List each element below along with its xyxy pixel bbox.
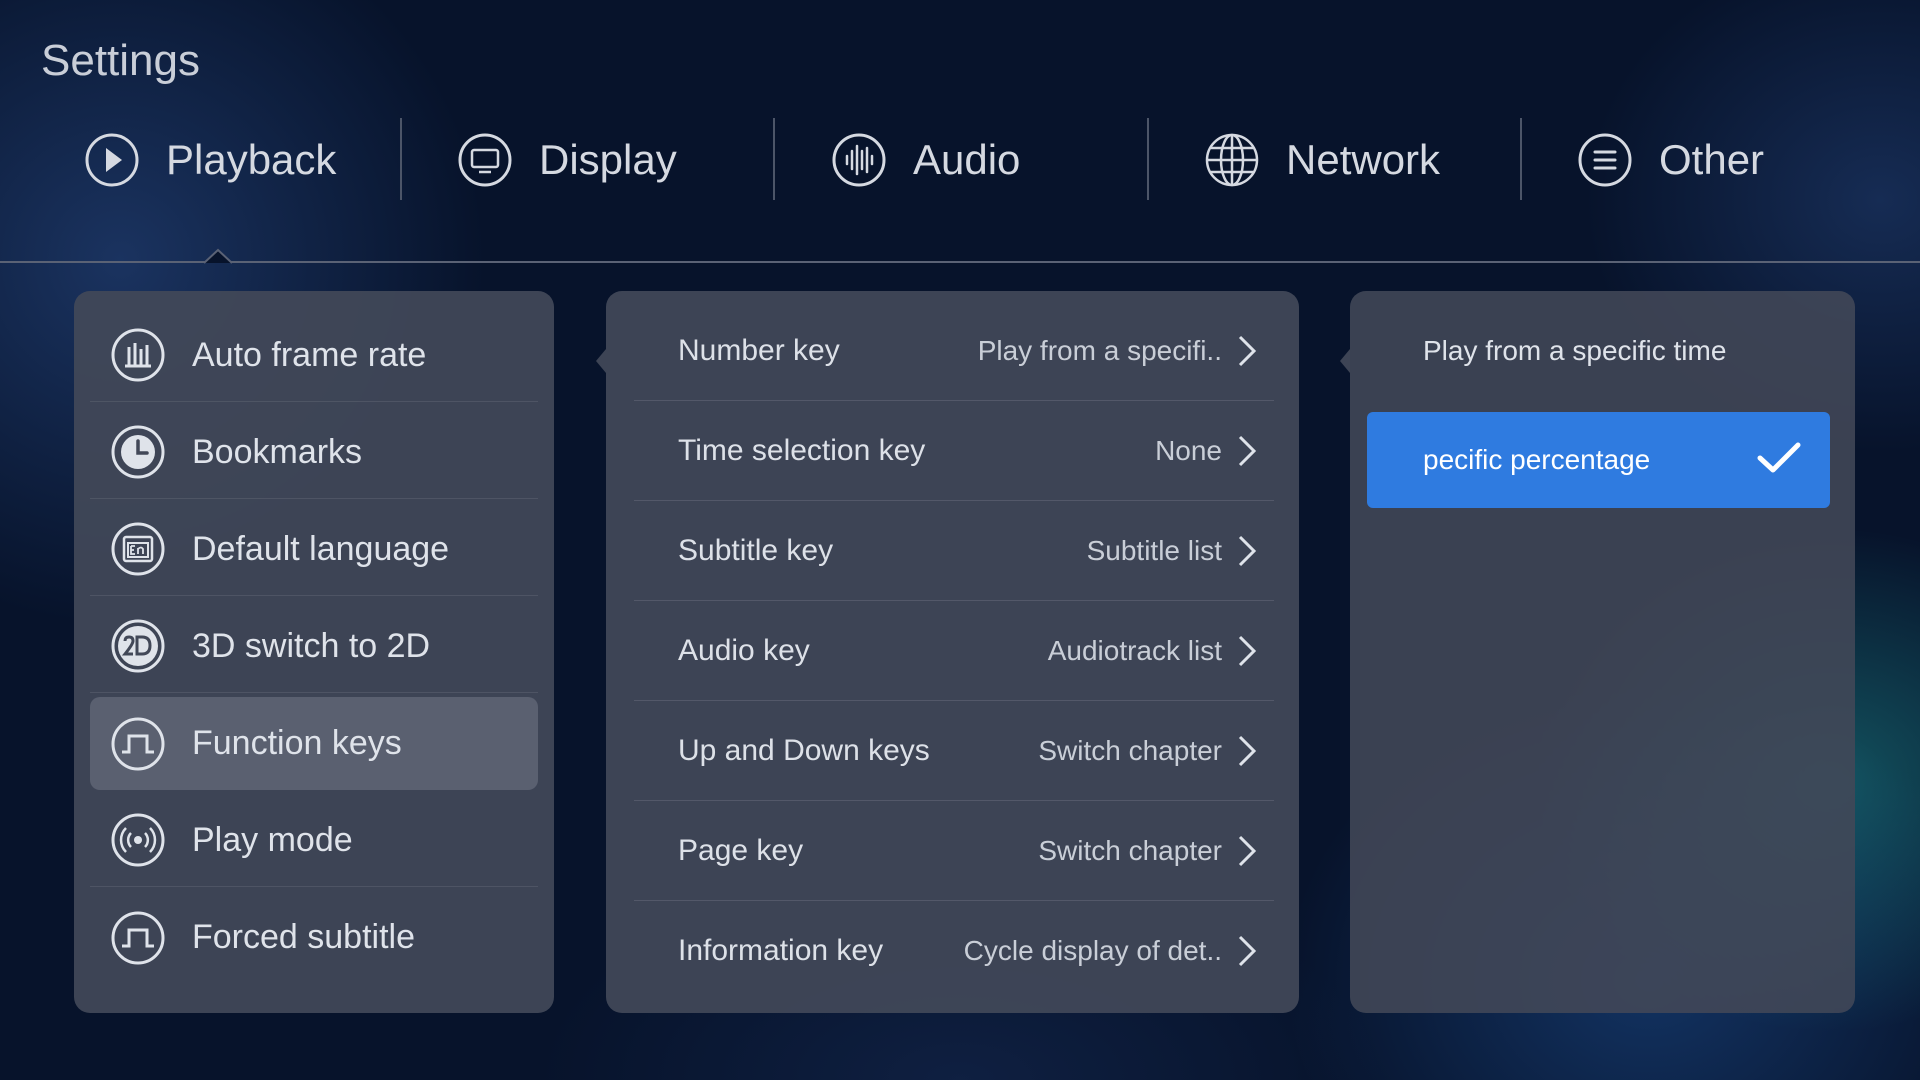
tab-divider: [400, 118, 402, 200]
audio-wave-icon: [831, 132, 887, 188]
active-tab-indicator: [204, 248, 232, 264]
tab-label: Other: [1659, 136, 1765, 183]
function-key-row-up-down-keys[interactable]: Up and Down keys Switch chapter: [634, 701, 1274, 801]
menu-item-function-keys[interactable]: Function keys: [90, 697, 538, 790]
settings-menu-panel: Auto frame rate Bookmarks Default langua…: [74, 291, 554, 1013]
option-play-from-specific-time[interactable]: Play from a specific time: [1367, 303, 1830, 399]
menu-item-label: Play mode: [192, 820, 353, 859]
chevron-right-icon: [1236, 833, 1258, 869]
option-specific-percentage[interactable]: pecific percentage: [1367, 412, 1830, 508]
play-circle-icon: [84, 132, 140, 188]
function-key-label: Number key: [678, 333, 840, 367]
tab-playback[interactable]: Playback: [84, 110, 336, 210]
option-label: pecific percentage: [1423, 444, 1651, 475]
chevron-right-icon: [1236, 333, 1258, 369]
menu-item-auto-frame-rate[interactable]: Auto frame rate: [90, 309, 538, 402]
chevron-right-icon: [1236, 933, 1258, 969]
function-key-label: Information key: [678, 934, 884, 967]
menu-item-label: Default language: [192, 529, 450, 568]
function-key-label: Subtitle key: [678, 533, 834, 567]
menu-lines-icon: [1577, 132, 1633, 188]
function-key-row-information-key[interactable]: Information key Cycle display of det..: [634, 901, 1274, 1001]
menu-item-label: Bookmarks: [192, 432, 363, 471]
function-key-value: Play from a specifi..: [977, 334, 1222, 366]
menu-item-label: 3D switch to 2D: [192, 626, 431, 665]
function-key-value: Switch chapter: [1038, 834, 1222, 866]
menu-item-label: Forced subtitle: [192, 918, 415, 956]
option-label: Play from a specific time: [1423, 335, 1727, 366]
menu-item-play-mode[interactable]: Play mode: [90, 794, 538, 887]
tab-label: Audio: [913, 136, 1021, 183]
bar-chart-icon: [110, 327, 166, 383]
tab-audio[interactable]: Audio: [831, 110, 1020, 210]
menu-item-forced-subtitle[interactable]: Forced subtitle: [90, 891, 538, 984]
function-keys-panel: Number key Play from a specifi.. Time se…: [596, 291, 1299, 1013]
function-key-label: Audio key: [678, 633, 810, 667]
function-key-row-subtitle-key[interactable]: Subtitle key Subtitle list: [634, 501, 1274, 601]
tab-label: Network: [1286, 136, 1441, 183]
globe-icon: [1204, 132, 1260, 188]
function-key-label: Time selection key: [678, 433, 926, 467]
number-key-options-panel: Play from a specific time pecific percen…: [1340, 291, 1855, 1013]
pulse-key-icon: [110, 910, 166, 966]
function-key-row-page-key[interactable]: Page key Switch chapter: [634, 801, 1274, 901]
tab-divider: [1147, 118, 1149, 200]
tab-divider: [1520, 118, 1522, 200]
function-key-row-time-selection-key[interactable]: Time selection key None: [634, 401, 1274, 501]
language-en-icon: [110, 521, 166, 577]
2d-icon: [110, 618, 166, 674]
menu-item-3d-to-2d[interactable]: 3D switch to 2D: [90, 600, 538, 693]
function-key-value: Audiotrack list: [1047, 634, 1222, 666]
tab-label: Playback: [166, 136, 337, 183]
tab-network[interactable]: Network: [1204, 110, 1440, 210]
monitor-icon: [457, 132, 513, 188]
function-key-value: Switch chapter: [1038, 734, 1222, 766]
function-key-row-audio-key[interactable]: Audio key Audiotrack list: [634, 601, 1274, 701]
tab-label: Display: [539, 136, 677, 183]
tab-display[interactable]: Display: [457, 110, 677, 210]
clock-icon: [110, 424, 166, 480]
tab-underline: [0, 261, 1920, 263]
broadcast-icon: [110, 812, 166, 868]
chevron-right-icon: [1236, 533, 1258, 569]
menu-item-label: Auto frame rate: [192, 335, 427, 374]
tab-other[interactable]: Other: [1577, 110, 1764, 210]
checkmark-icon: [1756, 440, 1802, 476]
function-key-value: Subtitle list: [1086, 534, 1222, 566]
chevron-right-icon: [1236, 633, 1258, 669]
chevron-right-icon: [1236, 433, 1258, 469]
menu-item-bookmarks[interactable]: Bookmarks: [90, 406, 538, 499]
tab-divider: [773, 118, 775, 200]
function-key-value: None: [1155, 434, 1222, 466]
function-key-label: Page key: [678, 833, 804, 867]
pulse-key-icon: [110, 716, 166, 772]
function-key-row-number-key[interactable]: Number key Play from a specifi..: [634, 301, 1274, 401]
page-title: Settings: [41, 36, 200, 85]
function-key-value: Cycle display of det..: [963, 935, 1222, 966]
menu-item-label: Function keys: [192, 724, 402, 762]
tab-bar: Playback Display Audio Network Other: [0, 110, 1920, 210]
menu-item-default-language[interactable]: Default language: [90, 503, 538, 596]
function-key-label: Up and Down keys: [678, 733, 930, 767]
chevron-right-icon: [1236, 733, 1258, 769]
